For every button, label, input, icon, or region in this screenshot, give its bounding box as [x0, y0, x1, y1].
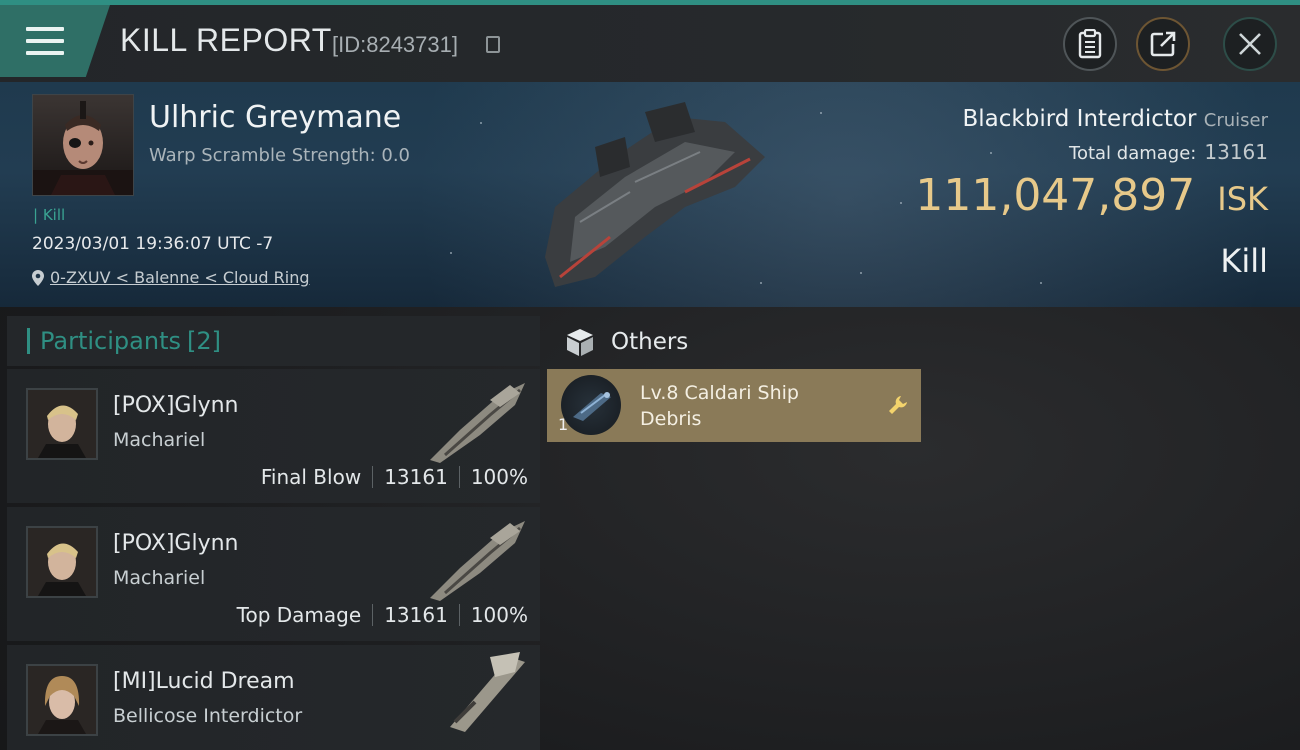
- report-id: [ID:8243731]: [332, 32, 458, 57]
- close-button[interactable]: [1223, 17, 1277, 71]
- victim-ship-name: Blackbird Interdictor Cruiser: [963, 106, 1269, 132]
- participant-damage: 13161: [384, 603, 448, 627]
- participant-row[interactable]: [POX]Glynn Machariel Final Blow 13161 10…: [7, 369, 540, 503]
- participant-damage: 13161: [384, 465, 448, 489]
- participant-role: Final Blow: [260, 465, 362, 489]
- warp-scramble-strength: Warp Scramble Strength: 0.0: [149, 145, 411, 166]
- participants-count: [2]: [186, 327, 221, 355]
- participant-stats: Top Damage 13161 100%: [237, 603, 528, 627]
- victim-ship-image: [545, 102, 765, 287]
- participant-name: [POX]Glynn: [113, 531, 239, 556]
- page-title: KILL REPORT: [120, 22, 332, 58]
- participant-row[interactable]: [MI]Lucid Dream Bellicose Interdictor: [7, 645, 540, 750]
- copy-icon[interactable]: [486, 36, 500, 53]
- stat-divider: [372, 466, 374, 488]
- isk-value: 111,047,897 ISK: [915, 170, 1268, 221]
- stat-divider: [458, 604, 460, 626]
- ship-class-text: Cruiser: [1203, 110, 1268, 131]
- location-text: 0-ZXUV < Balenne < Cloud Ring: [50, 268, 310, 287]
- participant-avatar: [26, 388, 98, 460]
- isk-amount: 111,047,897: [915, 170, 1196, 221]
- participants-accent-bar: [27, 328, 30, 354]
- location-pin-icon: [32, 269, 44, 286]
- share-icon: [1150, 31, 1176, 57]
- participant-ship: Bellicose Interdictor: [113, 705, 303, 727]
- kill-tag: | Kill: [33, 206, 66, 224]
- stat-divider: [372, 604, 374, 626]
- wrench-icon[interactable]: [887, 394, 909, 416]
- loot-name: Lv.8 Caldari Ship Debris: [640, 380, 799, 432]
- participant-role: Top Damage: [236, 603, 362, 627]
- participant-ship: Machariel: [113, 567, 206, 589]
- participant-stats: Final Blow 13161 100%: [261, 465, 528, 489]
- stat-divider: [458, 466, 460, 488]
- loot-item[interactable]: 1 Lv.8 Caldari Ship Debris: [547, 369, 921, 442]
- victim-name: Ulhric Greymane: [149, 100, 402, 135]
- loot-quantity: 1: [558, 415, 569, 434]
- participant-avatar: [26, 526, 98, 598]
- cargo-box-icon: [567, 329, 593, 356]
- participant-row[interactable]: [POX]Glynn Machariel Top Damage 13161 10…: [7, 507, 540, 641]
- participant-percent: 100%: [470, 465, 528, 489]
- participants-label: Participants: [40, 327, 181, 355]
- loot-name-line1: Lv.8 Caldari Ship: [640, 382, 799, 404]
- close-icon: [1239, 33, 1261, 55]
- participant-ship-image: [430, 521, 525, 601]
- participant-ship-image: [430, 383, 525, 463]
- menu-icon: [26, 27, 64, 55]
- kill-datetime: 2023/03/01 19:36:07 UTC -7: [32, 234, 274, 254]
- total-damage-value: 13161: [1204, 140, 1268, 164]
- kill-location-link[interactable]: 0-ZXUV < Balenne < Cloud Ring: [32, 268, 310, 287]
- clipboard-icon: [1078, 29, 1102, 59]
- share-button[interactable]: [1136, 17, 1190, 71]
- ship-name-text: Blackbird Interdictor: [962, 106, 1197, 132]
- participant-percent: 100%: [470, 603, 528, 627]
- kill-summary-panel: Ulhric Greymane Warp Scramble Strength: …: [0, 82, 1300, 307]
- total-damage: Total damage: 13161: [1069, 140, 1268, 164]
- ship-debris-icon: [561, 375, 621, 435]
- participant-name: [MI]Lucid Dream: [113, 669, 295, 694]
- clipboard-button[interactable]: [1063, 17, 1117, 71]
- participant-name: [POX]Glynn: [113, 393, 239, 418]
- participant-avatar: [26, 664, 98, 736]
- result-label: Kill: [1220, 242, 1268, 280]
- loot-name-line2: Debris: [640, 408, 702, 430]
- victim-avatar[interactable]: [32, 94, 134, 196]
- participant-ship: Machariel: [113, 429, 206, 451]
- others-label: Others: [611, 329, 689, 355]
- participant-ship-image: [450, 652, 525, 732]
- isk-unit: ISK: [1217, 180, 1268, 218]
- participants-header: Participants [2]: [7, 316, 540, 366]
- total-damage-label: Total damage:: [1069, 143, 1197, 164]
- others-header: Others: [547, 318, 688, 366]
